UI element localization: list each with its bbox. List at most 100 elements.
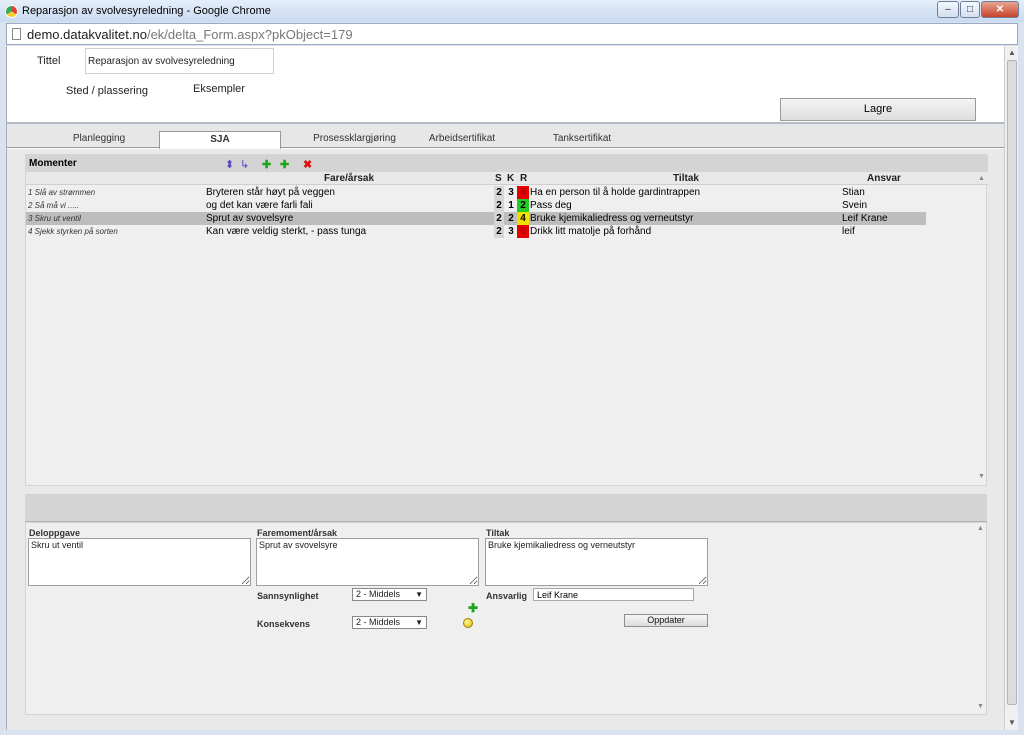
url-text[interactable]: demo.datakvalitet.no/ek/delta_Form.aspx?… [27,27,353,42]
scroll-down-icon[interactable]: ▼ [978,473,985,480]
scroll-up-icon[interactable]: ▲ [977,525,984,532]
title-label: Tittel [37,55,61,67]
konsekvens-select[interactable]: 2 - Middels ▼ [352,616,427,629]
chrome-app-icon [5,5,18,18]
grid-toolbar: Momenter ⬍ ↳ ✚ ✚ ✖ [26,155,988,172]
deloppgave-textarea[interactable]: Skru ut ventil [28,538,251,586]
col-s: S [495,173,502,184]
col-tiltak: Tiltak [673,173,699,184]
title-input[interactable] [85,48,274,74]
url-host: demo.datakvalitet.no [27,27,147,42]
scroll-down-icon[interactable]: ▼ [977,703,984,710]
sannsynlighet-select[interactable]: 2 - Middels ▼ [352,588,427,601]
cell-moment: 2 Så må vi ..... [28,201,80,210]
cell-k: 3 [508,187,514,198]
cell-fare: Kan være veldig sterkt, - pass tunga [206,226,367,237]
table-row[interactable]: 1 Slå av strømmen Bryteren står høyt på … [26,186,926,199]
cell-s: 2 [494,225,504,238]
cell-r: 2 [517,199,529,212]
maximize-button[interactable]: □ [960,1,980,18]
cell-r: 6 [517,186,529,199]
tab-planlegging[interactable]: Planlegging [57,131,141,149]
cell-fare: Bryteren står høyt på veggen [206,187,335,198]
cell-k: 3 [508,226,514,237]
add-child-icon[interactable]: ✚ [280,158,289,171]
save-button[interactable]: Lagre [780,98,976,121]
url-path: /ek/delta_Form.aspx?pkObject=179 [146,27,353,42]
cell-s: 2 [494,199,504,212]
ansvarlig-input[interactable] [533,588,694,601]
faremoment-textarea[interactable]: Sprut av svovelsyre [256,538,479,586]
cell-tiltak: Ha en person til å holde gardintrappen [530,187,701,198]
cell-ansvar: Leif Krane [842,213,888,224]
chevron-down-icon: ▼ [415,618,423,627]
cell-tiltak: Pass deg [530,200,572,211]
cell-s: 2 [494,186,504,199]
location-label: Sted / plassering [66,85,148,97]
tab-sja[interactable]: SJA [159,131,281,149]
konsekvens-value: 2 - Middels [356,617,401,627]
location-value[interactable]: Eksempler [193,83,245,95]
cell-r: 6 [517,225,529,238]
tiltak-textarea[interactable]: Bruke kjemikaliedress og verneutstyr [485,538,708,586]
window-title: Reparasjon av svolvesyreledning - Google… [22,5,271,17]
ansvarlig-label: Ansvarlig [486,591,528,601]
col-fare: Fare/årsak [324,173,375,184]
momenter-grid: Momenter ⬍ ↳ ✚ ✚ ✖ Fare/årsak S K R Tilt… [25,154,988,486]
tab-arbeidsertifikat[interactable]: Arbeidsertifikat [419,131,505,149]
table-row-selected[interactable]: 3 Skru ut ventil Sprut av svovelsyre 2 2… [26,212,926,225]
scrollbar-thumb[interactable] [1007,60,1017,705]
detail-header-bar [25,494,987,522]
col-k: K [507,173,515,184]
scroll-down-icon[interactable]: ▼ [1008,718,1016,727]
page-scrollbar[interactable]: ▲ ▼ [1004,46,1018,730]
add-icon[interactable]: ✚ [468,601,478,615]
cell-moment: 3 Skru ut ventil [28,214,81,223]
address-bar[interactable]: demo.datakvalitet.no/ek/delta_Form.aspx?… [6,23,1018,45]
deloppgave-label: Deloppgave [29,528,81,538]
sannsynlighet-value: 2 - Middels [356,589,401,599]
detail-form: Deloppgave Skru ut ventil Faremoment/års… [25,522,987,715]
sort-child-icon[interactable]: ↳ [240,158,249,171]
table-row[interactable]: 2 Så må vi ..... og det kan være farli f… [26,199,926,212]
add-icon[interactable]: ✚ [262,158,271,171]
sort-icon[interactable]: ⬍ [225,158,234,171]
tab-prosessklargjoring[interactable]: Prosessklargjøring [292,131,417,149]
cell-tiltak: Bruke kjemikaliedress og verneutstyr [530,213,694,224]
cell-ansvar: leif [842,226,855,237]
col-r: R [520,173,528,184]
cell-k: 2 [508,213,514,224]
update-button[interactable]: Oppdater [624,614,708,627]
window-titlebar: Reparasjon av svolvesyreledning - Google… [0,0,1024,22]
page-content: Tittel Sted / plassering Eksempler Lagre… [6,46,1005,730]
table-row[interactable]: 4 Sjekk styrken på sorten Kan være veldi… [26,225,926,238]
sja-panel: Momenter ⬍ ↳ ✚ ✚ ✖ Fare/årsak S K R Tilt… [7,149,1005,730]
cell-moment: 4 Sjekk styrken på sorten [28,227,118,236]
cell-s: 2 [494,212,504,225]
cell-k: 1 [508,200,514,211]
grid-title: Momenter [29,158,77,169]
scroll-up-icon[interactable]: ▲ [978,175,985,182]
tab-bar: Planlegging SJA Prosessklargjøring Arbei… [7,124,1005,149]
grid-column-headers: Fare/årsak S K R Tiltak Ansvar [26,172,988,185]
cell-ansvar: Stian [842,187,865,198]
cell-fare: Sprut av svovelsyre [206,213,294,224]
cell-fare: og det kan være farli fali [206,200,313,211]
grid-scrollbar[interactable]: ▲ ▼ [976,175,987,485]
chevron-down-icon: ▼ [415,590,423,599]
tiltak-label: Tiltak [486,528,510,538]
sannsynlighet-label: Sannsynlighet [257,591,319,601]
delete-icon[interactable]: ✖ [303,158,312,171]
page-icon [12,28,21,40]
tab-tanksertifikat[interactable]: Tanksertifikat [542,131,622,149]
minimize-button[interactable]: – [937,1,959,18]
cell-moment: 1 Slå av strømmen [28,188,96,197]
cell-r: 4 [517,212,529,225]
close-window-button[interactable]: ✕ [981,1,1019,18]
col-ansvar: Ansvar [867,173,901,184]
faremoment-label: Faremoment/årsak [257,528,338,538]
cell-tiltak: Drikk litt matolje på forhånd [530,226,652,237]
risk-level-indicator-icon [463,618,473,628]
scroll-up-icon[interactable]: ▲ [1008,48,1016,57]
cell-ansvar: Svein [842,200,868,211]
